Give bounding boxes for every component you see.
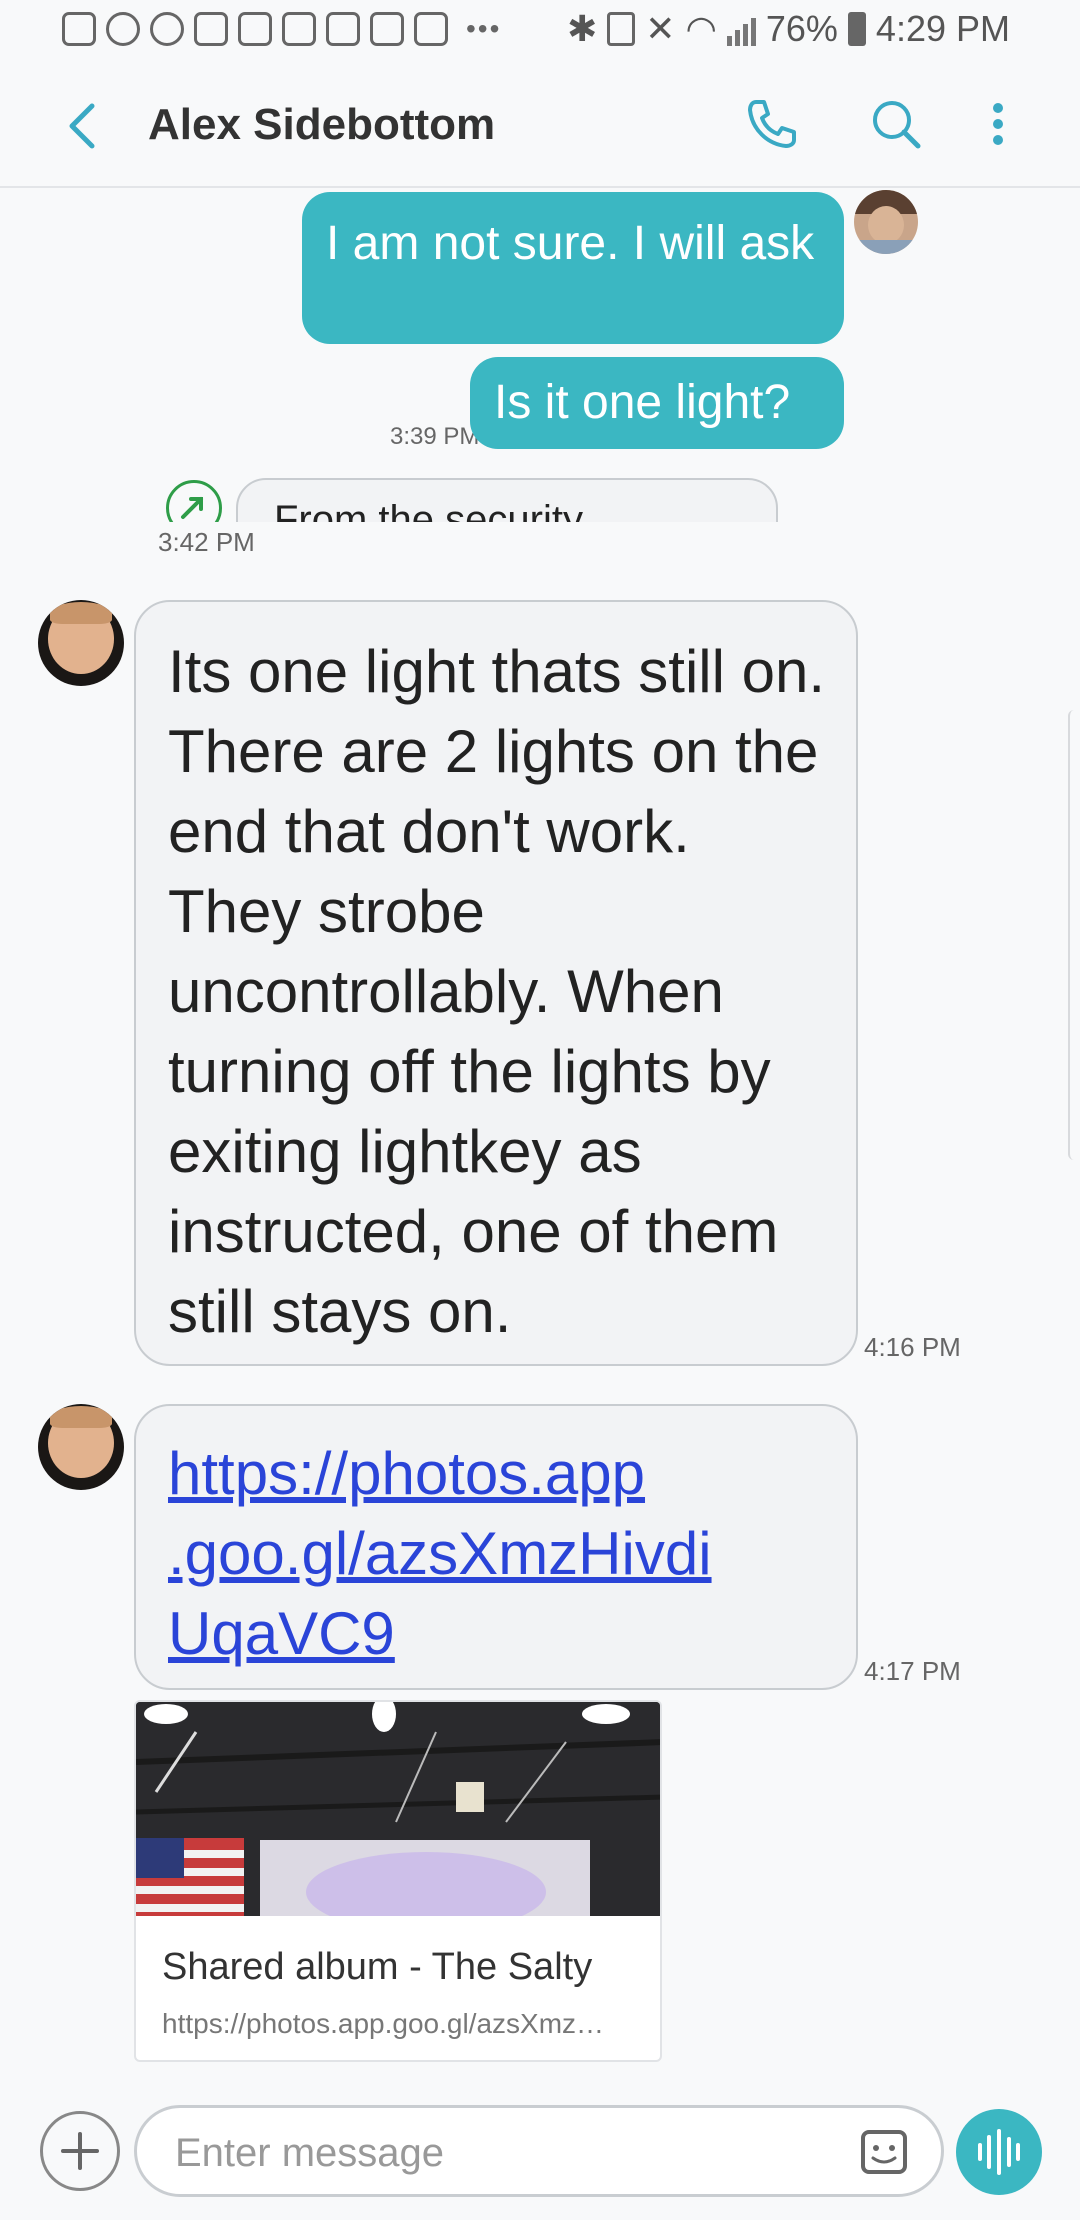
message-bubble-incoming[interactable]: From the security [236,478,778,522]
sticker-icon[interactable] [857,2126,911,2180]
phone-icon[interactable] [742,94,802,154]
mute-icon: ✕ [645,8,676,49]
more-notifications: ••• [466,13,502,44]
voice-icon [978,2129,1020,2175]
message-bubble-incoming[interactable]: https://photos.app .goo.gl/azsXmzHivdi U… [134,1404,858,1690]
message-time: 4:17 PM [864,1656,961,1686]
message-bubble-outgoing[interactable]: Is it one light? [470,357,844,449]
signal-icon [726,12,756,46]
contact-avatar[interactable] [38,1404,124,1490]
conversation-header: Alex Sidebottom [0,66,1080,188]
shield-icon [414,12,448,46]
bluetooth-icon: ✱ [567,8,598,49]
nfc-icon [607,12,636,46]
status-bar: ••• ✱ ✕ ◠ 76% 4:29 PM [0,0,1080,66]
send-status-icon [166,480,222,522]
link-preview-card[interactable]: Shared album - The Salty https://photos.… [134,1700,662,2062]
missed-call-icon [282,12,316,46]
search-icon[interactable] [866,94,926,154]
system-icons: ✱ ✕ ◠ 76% 4:29 PM [567,8,1010,50]
wifi-icon: ◠ [685,8,717,49]
mail-icon [194,12,228,46]
message-bubble-incoming[interactable]: Its one light thats still on. There are … [134,600,858,1366]
scrollbar[interactable] [1068,710,1080,1160]
contact-avatar[interactable] [38,600,124,686]
attach-button[interactable] [40,2111,120,2191]
message-link[interactable]: https://photos.app .goo.gl/azsXmzHivdi U… [168,1434,830,1674]
message-text: From the security [274,498,583,522]
message-time: 4:16 PM [864,1332,961,1362]
app-icon [238,12,272,46]
message-text: I am not sure. I will ask [326,217,815,270]
battery-percent: 76% [765,8,838,49]
partial-message-row[interactable]: From the security [160,478,780,522]
more-vertical-icon[interactable] [968,94,1028,154]
battery-icon [847,12,866,46]
message-text: Is it one light? [494,376,791,429]
plus-icon [61,2132,99,2170]
message-input[interactable] [173,2122,817,2184]
clock: 4:29 PM [875,8,1010,49]
message-bubble-outgoing[interactable]: I am not sure. I will ask [302,192,844,344]
voice-button[interactable] [956,2109,1042,2195]
app-rings-icon [106,12,140,46]
message-time: 3:39 PM [390,423,480,450]
app-s-icon [62,12,96,46]
message-text: Its one light thats still on. There are … [168,638,826,1345]
album-thumbnail[interactable] [136,1702,660,1916]
message-time: 3:42 PM [158,527,255,557]
preview-title: Shared album - The Salty [162,1946,593,1988]
message-input-box[interactable] [134,2105,944,2197]
preview-url: https://photos.app.goo.gl/azsXmz… [162,2008,605,2039]
my-avatar[interactable] [854,190,918,254]
contact-name[interactable]: Alex Sidebottom [148,100,495,150]
back-icon[interactable] [58,96,108,156]
mail-icon [326,12,360,46]
mail-icon [370,12,404,46]
app-rings-icon [150,12,184,46]
message-composer [0,2085,1080,2220]
notification-icons: ••• [62,12,501,46]
